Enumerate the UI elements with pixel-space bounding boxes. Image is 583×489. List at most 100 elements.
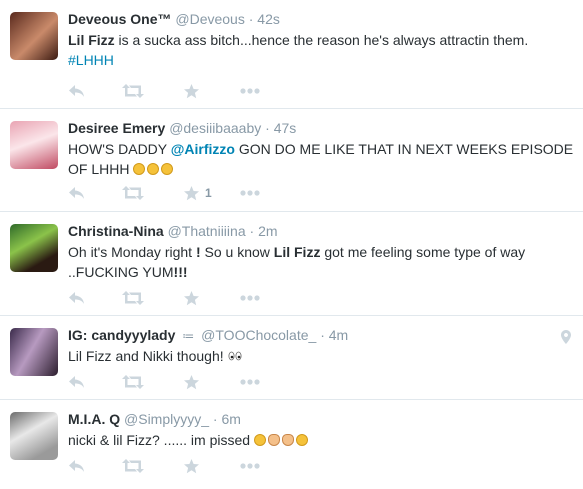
- favorite-button[interactable]: [184, 288, 199, 308]
- reply-button[interactable]: [68, 288, 85, 308]
- retweet-button[interactable]: [122, 81, 144, 101]
- tweet-item[interactable]: IG: candyyylady ≔ @TOOChocolate_ · 4m Li…: [0, 316, 583, 400]
- star-icon: [184, 458, 199, 473]
- user-handle[interactable]: @desiiibaaaby: [169, 120, 261, 136]
- tweet-text: Lil Fizz and Nikki though!: [68, 346, 578, 366]
- favorite-button[interactable]: [184, 372, 199, 392]
- user-handle[interactable]: @Thatniiiina: [168, 223, 246, 239]
- tweet-header: Christina-Nina @Thatniiiina · 2m: [68, 222, 278, 240]
- separator-dot: ·: [248, 11, 254, 27]
- retweet-button[interactable]: [122, 372, 144, 392]
- tweet-text: HOW'S DADDY @Airfizzo GON DO ME LIKE THA…: [68, 139, 578, 179]
- more-button[interactable]: [240, 456, 260, 476]
- more-button[interactable]: [240, 81, 260, 101]
- avatar[interactable]: [10, 224, 58, 272]
- display-name[interactable]: Deveous One™: [68, 11, 171, 27]
- hashtag-link[interactable]: #LHHH: [68, 52, 114, 68]
- ellipsis-icon: [240, 88, 260, 94]
- ellipsis-icon: [240, 190, 260, 196]
- reply-button[interactable]: [68, 456, 85, 476]
- display-name[interactable]: Christina-Nina: [68, 223, 164, 239]
- avatar[interactable]: [10, 328, 58, 376]
- tweet-header: M.I.A. Q @Simplyyyy_ · 6m: [68, 410, 241, 428]
- text-segment: nicki & lil Fizz? ...... im pissed: [68, 432, 254, 448]
- retweet-icon: [122, 186, 144, 200]
- star-icon: [184, 374, 199, 389]
- star-icon: [184, 83, 199, 98]
- user-handle[interactable]: @Deveous: [175, 11, 244, 27]
- text-bold: !!!: [173, 264, 188, 280]
- text-segment: So u know: [200, 244, 274, 260]
- tweet-item[interactable]: Deveous One™ @Deveous · 42s Lil Fizz is …: [0, 0, 583, 109]
- reply-button[interactable]: [68, 81, 85, 101]
- tweet-header: Deveous One™ @Deveous · 42s: [68, 10, 280, 28]
- text-segment: HOW'S DADDY: [68, 141, 171, 157]
- timestamp[interactable]: 47s: [274, 120, 297, 136]
- text-segment: is a sucka ass bitch...hence the reason …: [114, 32, 529, 48]
- tweet-text: Lil Fizz is a sucka ass bitch...hence th…: [68, 30, 578, 70]
- timestamp[interactable]: 4m: [329, 327, 348, 343]
- tweet-text: nicki & lil Fizz? ...... im pissed: [68, 430, 578, 450]
- retweet-icon: [122, 375, 144, 389]
- timestamp[interactable]: 2m: [258, 223, 277, 239]
- avatar[interactable]: [10, 412, 58, 460]
- separator-dot: ·: [320, 327, 325, 343]
- text-segment: Lil Fizz and Nikki though!: [68, 348, 228, 364]
- tweet-timeline: Deveous One™ @Deveous · 42s Lil Fizz is …: [0, 0, 583, 489]
- timestamp[interactable]: 6m: [221, 411, 240, 427]
- tweet-text: Oh it's Monday right ! So u know Lil Fiz…: [68, 242, 578, 282]
- display-name[interactable]: M.I.A. Q: [68, 411, 120, 427]
- ellipsis-icon: [240, 295, 260, 301]
- favorite-button[interactable]: [184, 81, 199, 101]
- retweet-button[interactable]: [122, 288, 144, 308]
- ellipsis-icon: [240, 463, 260, 469]
- retweet-button[interactable]: [122, 456, 144, 476]
- more-button[interactable]: [240, 372, 260, 392]
- reply-icon: [69, 292, 84, 304]
- reply-button[interactable]: [68, 183, 85, 203]
- more-button[interactable]: [240, 288, 260, 308]
- expressionless-face-emoji: [253, 434, 266, 446]
- reply-icon: [69, 376, 84, 388]
- favorite-count: 1: [205, 186, 212, 200]
- reply-button[interactable]: [68, 372, 85, 392]
- display-name[interactable]: Desiree Emery: [68, 120, 165, 136]
- text-bold: Lil Fizz: [68, 32, 115, 48]
- mention-link[interactable]: @Airfizzo: [171, 141, 235, 157]
- tweet-item[interactable]: M.I.A. Q @Simplyyyy_ · 6m nicki & lil Fi…: [0, 400, 583, 489]
- timestamp[interactable]: 42s: [257, 11, 280, 27]
- retweet-icon: [122, 459, 144, 473]
- ellipsis-icon: [240, 379, 260, 385]
- tweet-header: Desiree Emery @desiiibaaaby · 47s: [68, 119, 296, 137]
- favorite-button[interactable]: [184, 456, 199, 476]
- star-icon: [184, 290, 199, 305]
- tweet-item[interactable]: Desiree Emery @desiiibaaaby · 47s HOW'S …: [0, 109, 583, 212]
- text-bold: Lil Fizz: [273, 244, 321, 260]
- worried-face-emoji: [161, 163, 174, 175]
- avatar[interactable]: [10, 12, 58, 60]
- favorite-button[interactable]: 1: [184, 183, 212, 203]
- display-name[interactable]: IG: candyyylady: [68, 327, 175, 343]
- separator-dot: ·: [265, 120, 270, 136]
- mention-text: @Airfizzo: [170, 141, 235, 157]
- unamused-face-emoji: [295, 434, 308, 446]
- more-button[interactable]: [240, 183, 260, 203]
- avatar[interactable]: [10, 121, 58, 169]
- worried-face-emoji: [133, 163, 146, 175]
- eyes-emoji: [228, 346, 242, 361]
- separator-dot: ·: [212, 411, 218, 427]
- user-handle[interactable]: @TOOChocolate_: [201, 327, 316, 343]
- ok-hand-emoji: [267, 434, 280, 446]
- separator-dot: ·: [249, 223, 255, 239]
- text-segment: Oh it's Monday right: [68, 244, 196, 260]
- worried-face-emoji: [147, 163, 160, 175]
- reply-icon: [69, 460, 84, 472]
- ok-hand-emoji: [281, 434, 294, 446]
- retweet-button[interactable]: [122, 183, 144, 203]
- name-emoji-badge: ≔: [182, 329, 195, 343]
- star-icon: [184, 185, 199, 200]
- reply-icon: [69, 187, 84, 199]
- tweet-item[interactable]: Christina-Nina @Thatniiiina · 2m Oh it's…: [0, 212, 583, 316]
- retweet-icon: [122, 84, 144, 98]
- user-handle[interactable]: @Simplyyyy_: [124, 411, 209, 427]
